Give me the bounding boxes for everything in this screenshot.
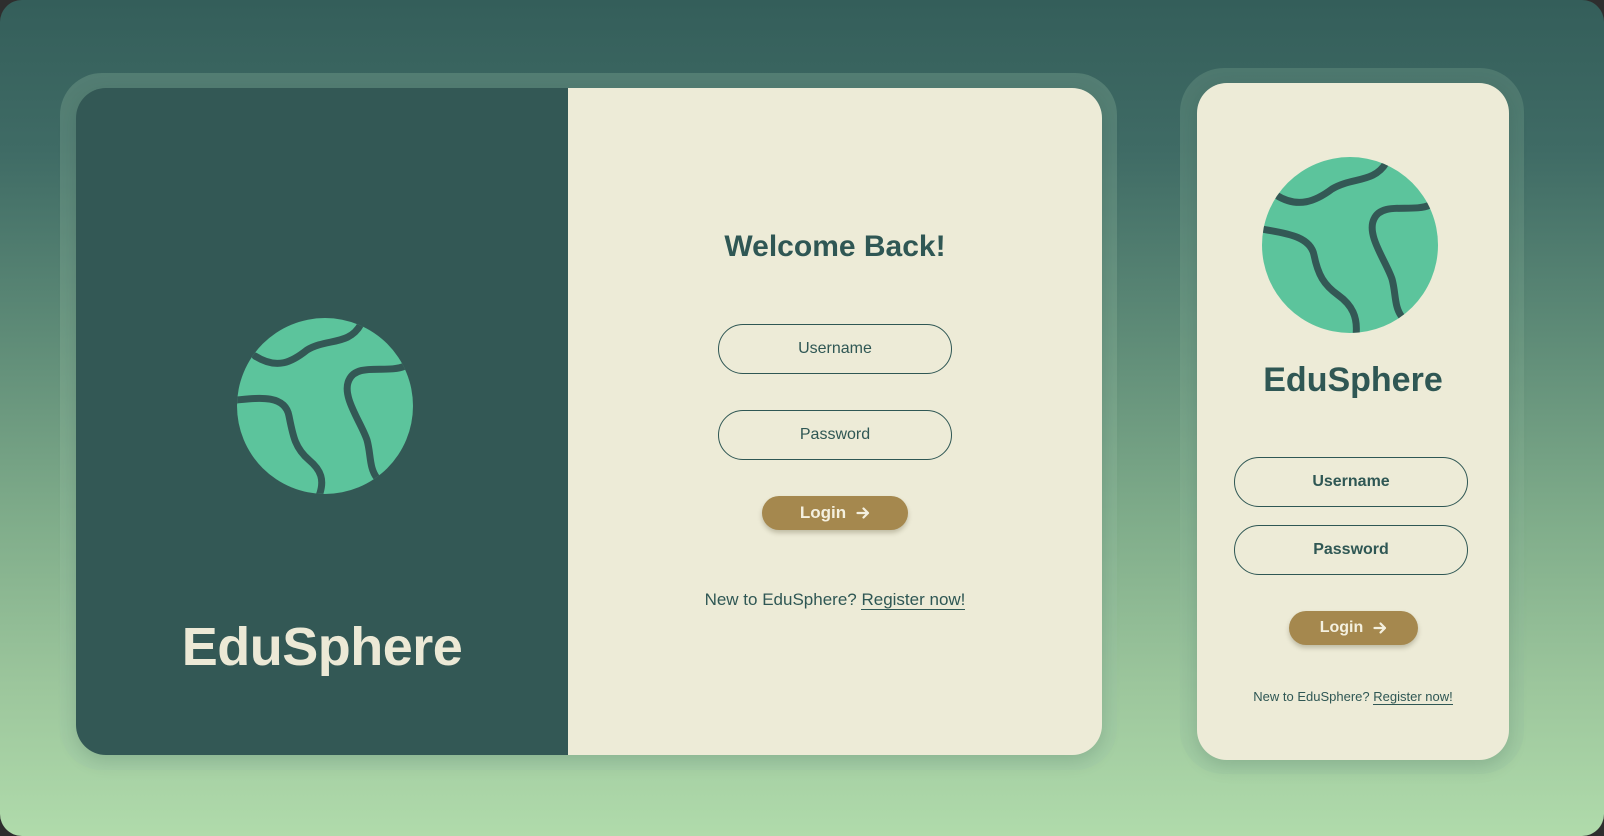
username-input[interactable] xyxy=(718,324,952,374)
mobile-login-card: EduSphere Login New to EduSphere? Regist… xyxy=(1197,83,1509,760)
arrow-right-icon xyxy=(856,507,870,519)
login-button-mobile[interactable]: Login xyxy=(1289,611,1418,645)
arrow-right-icon xyxy=(1373,622,1387,634)
login-button[interactable]: Login xyxy=(762,496,908,530)
login-button-label: Login xyxy=(1319,619,1364,636)
globe-icon xyxy=(1262,157,1438,333)
brand-title-mobile: EduSphere xyxy=(1263,361,1443,399)
brand-title: EduSphere xyxy=(181,617,463,677)
login-button-label: Login xyxy=(799,503,847,522)
register-link[interactable]: Register now! xyxy=(861,590,966,610)
globe-icon xyxy=(237,318,413,494)
password-input[interactable] xyxy=(718,410,952,460)
desktop-login-card: EduSphere Welcome Back! Login New to Edu… xyxy=(76,88,1102,755)
username-input-mobile[interactable] xyxy=(1234,457,1468,507)
app-background: EduSphere Welcome Back! Login New to Edu… xyxy=(0,0,1604,836)
register-prompt-text: New to EduSphere? xyxy=(1253,689,1370,704)
password-input-mobile[interactable] xyxy=(1234,525,1468,575)
welcome-heading: Welcome Back! xyxy=(724,230,946,263)
register-prompt-mobile: New to EduSphere? Register now! xyxy=(1197,689,1509,705)
register-link-mobile[interactable]: Register now! xyxy=(1373,689,1453,705)
register-prompt-text: New to EduSphere? xyxy=(704,590,857,609)
register-prompt: New to EduSphere? Register now! xyxy=(568,590,1102,610)
login-form-panel: Welcome Back! Login New to EduSphere? Re… xyxy=(568,88,1102,755)
brand-panel: EduSphere xyxy=(76,88,568,755)
